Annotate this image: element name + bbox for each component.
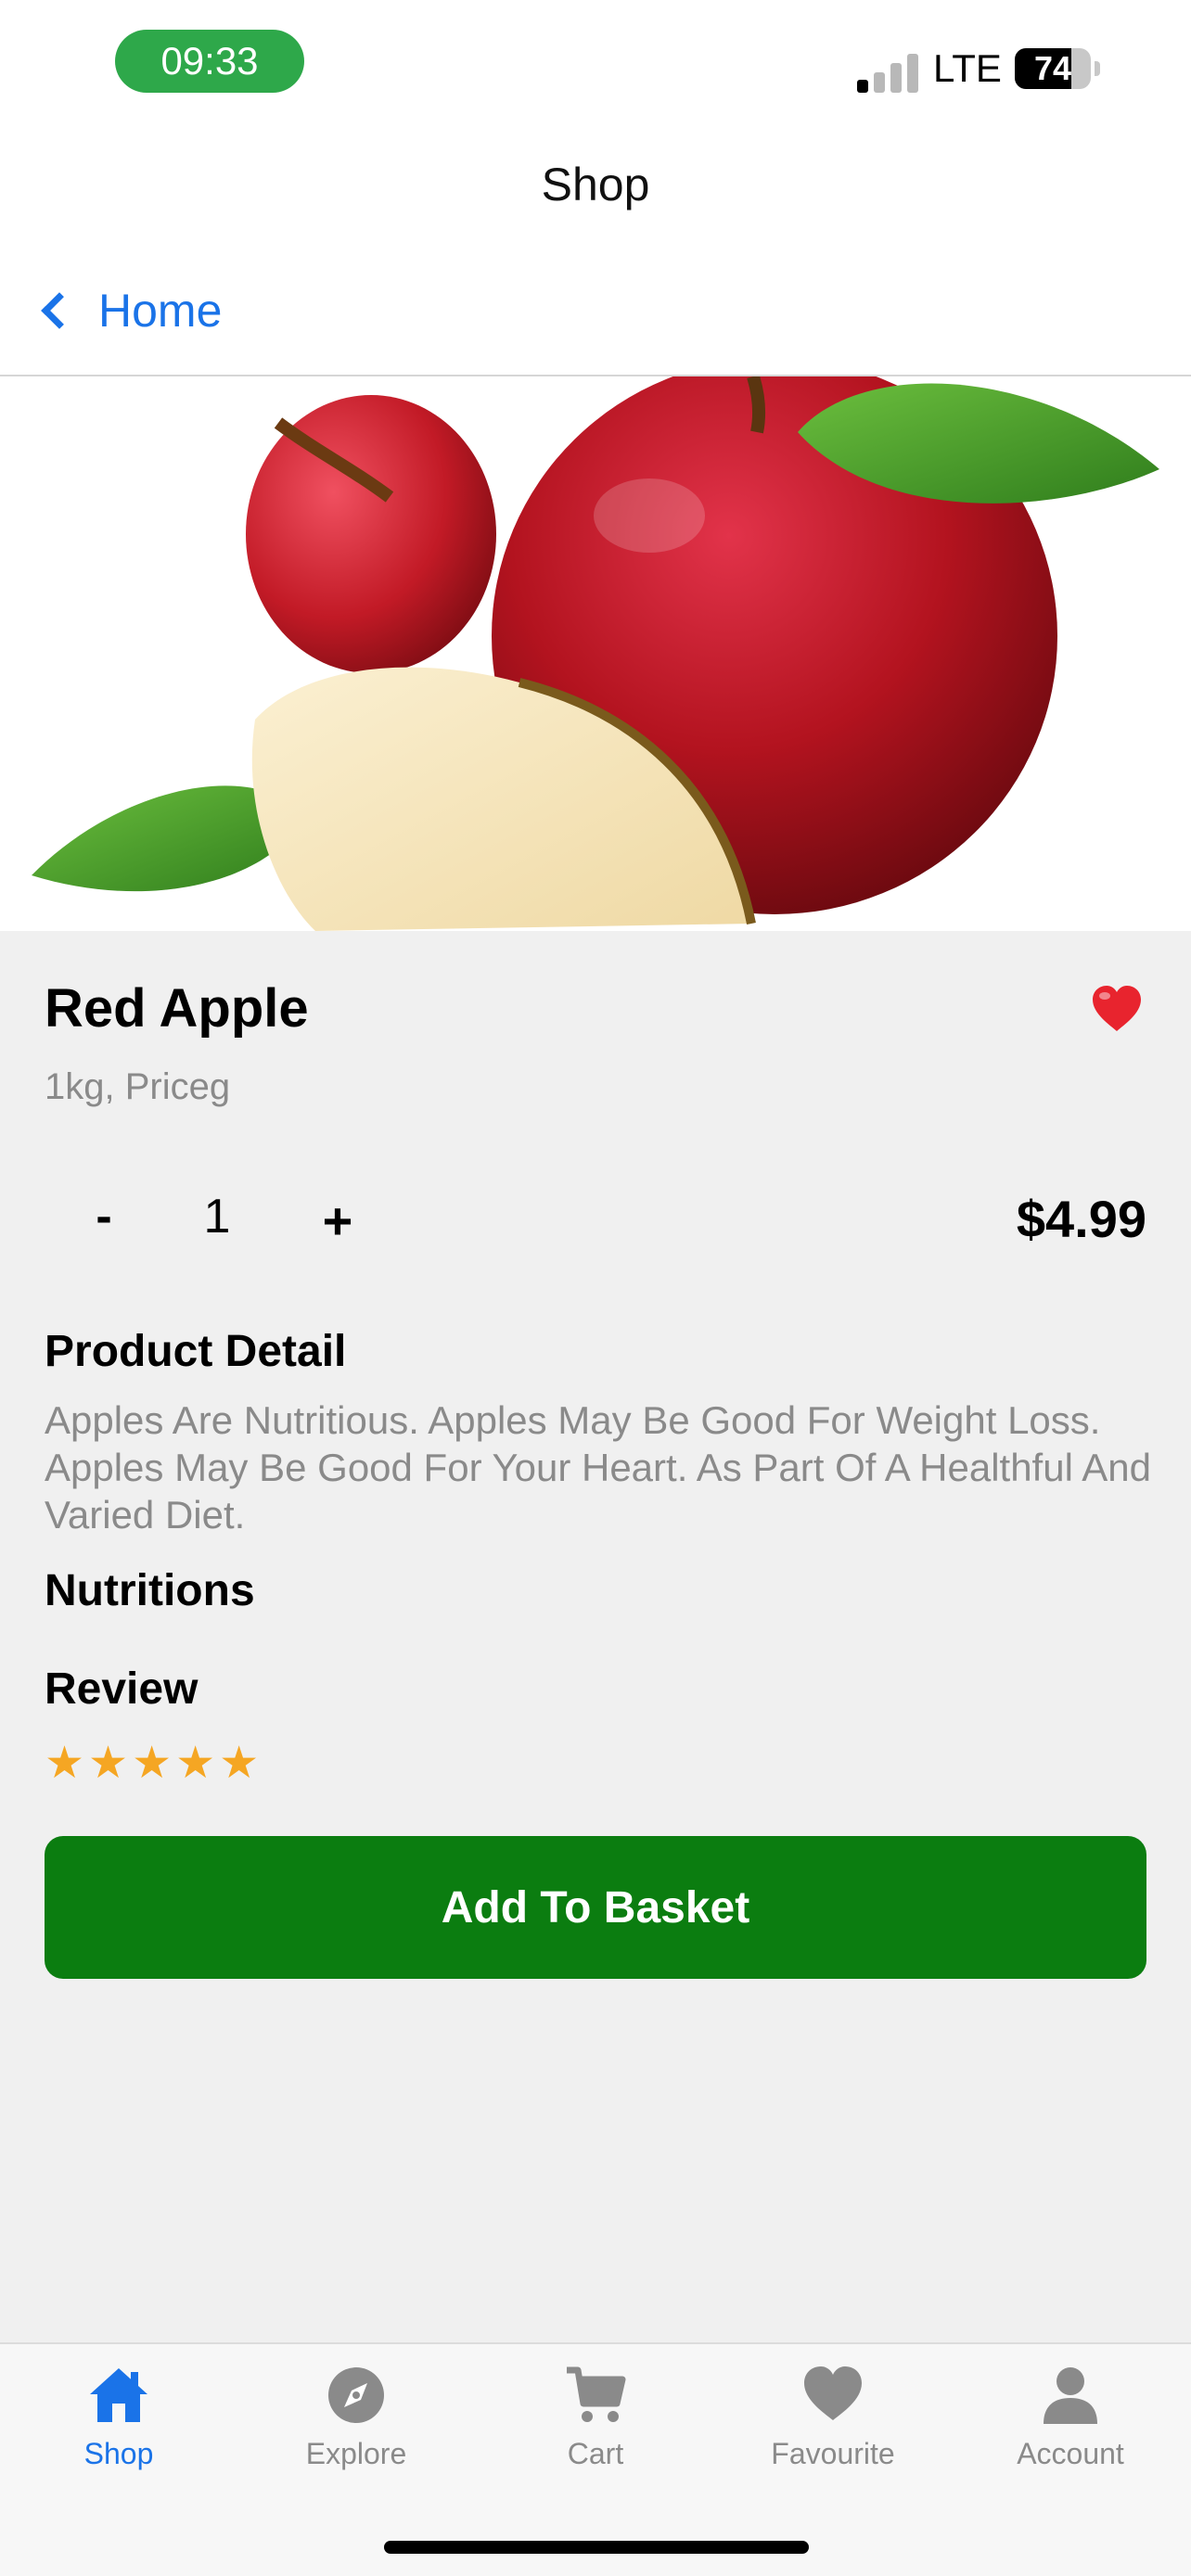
heart-icon[interactable] (1091, 985, 1143, 1033)
review-heading[interactable]: Review (45, 1664, 198, 1715)
tab-label-account: Account (1017, 2437, 1124, 2470)
product-image (0, 376, 1191, 931)
star-icon: ★ (88, 1739, 129, 1788)
signal-strength-icon (857, 52, 922, 93)
tab-explore[interactable]: Explore (254, 2363, 458, 2493)
house-icon (90, 2368, 147, 2422)
product-detail-text: Apples Are Nutritious. Apples May Be Goo… (45, 1398, 1152, 1537)
add-to-basket-button[interactable]: Add To Basket (45, 1836, 1146, 1979)
increase-quantity-button[interactable]: + (315, 1191, 360, 1256)
tab-shop[interactable]: Shop (17, 2363, 221, 2493)
back-button-label: Home (98, 285, 223, 337)
chevron-left-icon (41, 292, 78, 329)
product-name: Red Apple (45, 978, 309, 1039)
rating-stars: ★ ★ ★ ★ ★ (45, 1738, 259, 1790)
battery-level: 74 (1033, 49, 1072, 87)
tab-favourite[interactable]: Favourite (731, 2363, 935, 2493)
network-type: LTE (933, 46, 1002, 90)
star-icon: ★ (219, 1739, 260, 1788)
person-icon (1044, 2367, 1097, 2424)
product-price: $4.99 (1016, 1190, 1146, 1248)
tab-label-explore: Explore (305, 2437, 407, 2470)
compass-icon (328, 2367, 384, 2423)
decrease-quantity-button[interactable]: - (82, 1189, 126, 1254)
apple-illustration (32, 376, 1159, 931)
quantity-value: 1 (203, 1190, 231, 1243)
tab-cart[interactable]: Cart (493, 2363, 698, 2493)
status-bar: 09:33 LTE 74 (0, 0, 1191, 130)
heart-icon (804, 2366, 862, 2420)
star-icon: ★ (45, 1739, 85, 1788)
product-detail-heading: Product Detail (45, 1327, 347, 1376)
back-button[interactable]: Home (33, 278, 222, 343)
product-subtitle: 1kg, Priceg (45, 1066, 231, 1107)
tab-label-cart: Cart (567, 2437, 624, 2470)
battery-cap (1095, 61, 1100, 76)
tab-label-shop: Shop (83, 2437, 154, 2470)
tab-label-favourite: Favourite (771, 2437, 895, 2470)
battery-icon: 74 (1015, 48, 1091, 89)
star-icon: ★ (175, 1739, 216, 1788)
navigation-bar: Shop Home (0, 130, 1191, 376)
page-title: Shop (541, 159, 650, 210)
nutritions-heading[interactable]: Nutritions (45, 1565, 255, 1616)
cart-icon (567, 2366, 626, 2422)
status-time: 09:33 (115, 30, 304, 93)
tab-account[interactable]: Account (968, 2363, 1172, 2493)
star-icon: ★ (132, 1739, 173, 1788)
home-indicator (384, 2541, 809, 2554)
